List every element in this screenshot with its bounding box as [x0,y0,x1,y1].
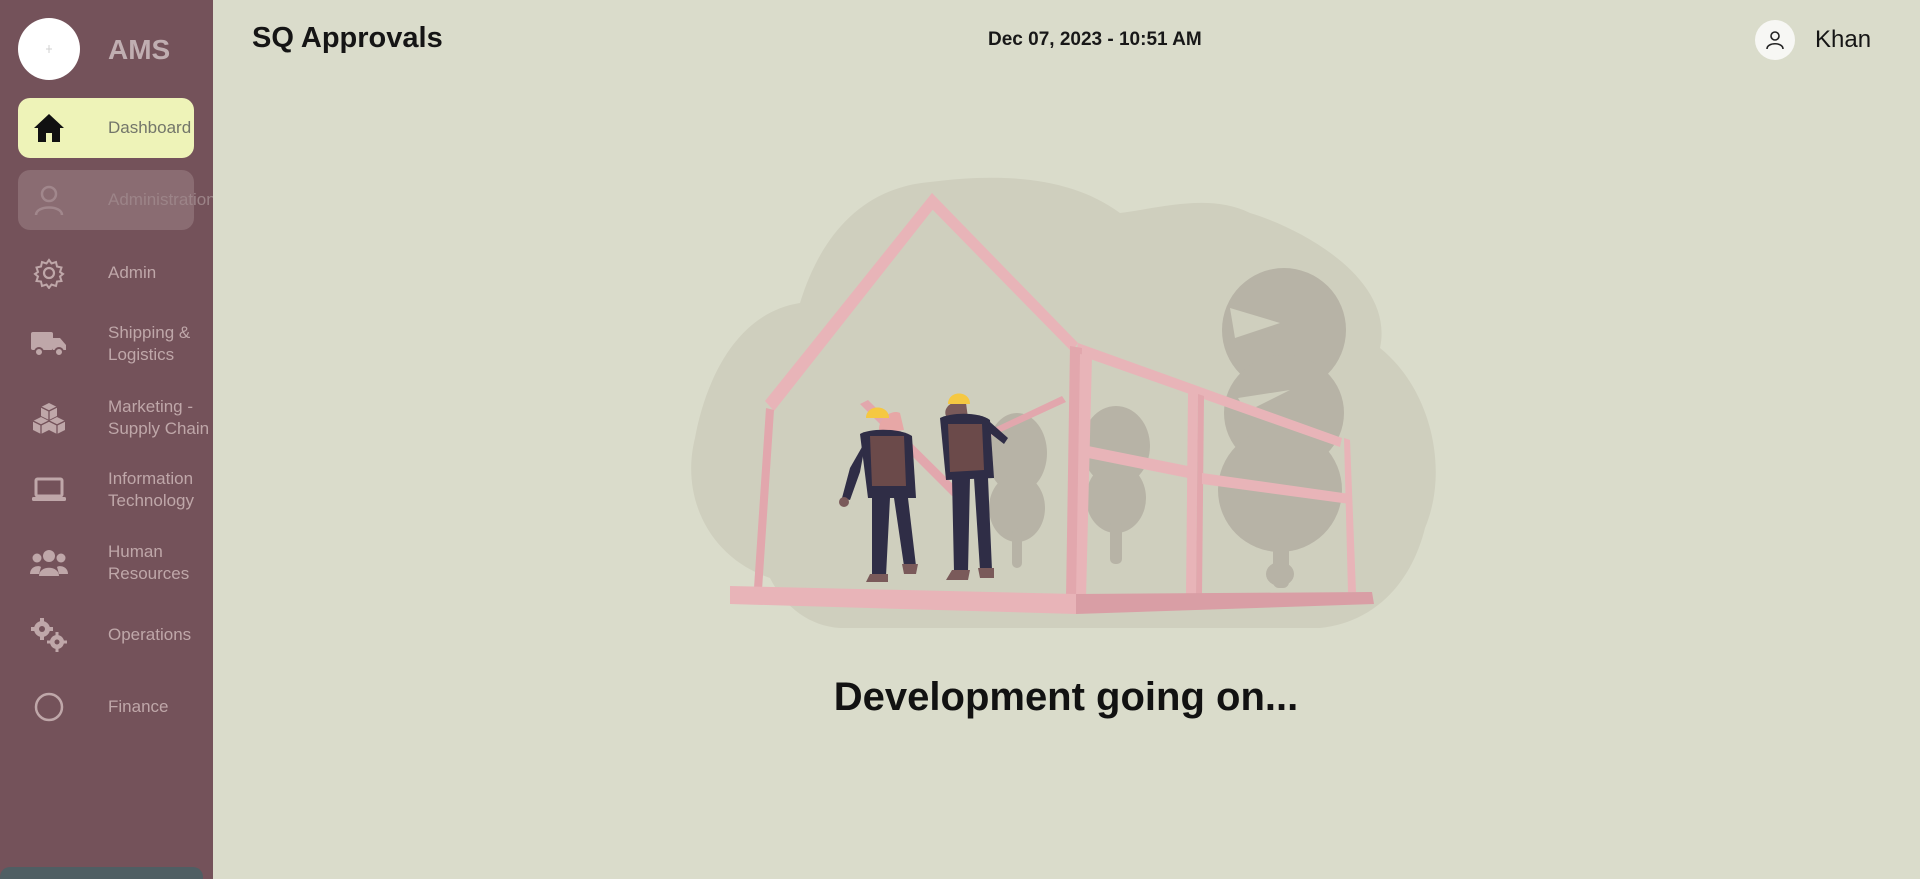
development-message: Development going on... [833,675,1299,719]
sidebar-item-label: Human Resources [108,542,190,583]
current-datetime: Dec 07, 2023 - 10:51 AM [988,29,1202,50]
user-avatar-icon[interactable] [1755,20,1795,60]
user-icon [30,181,68,219]
page-title: SQ Approvals [252,22,443,54]
sidebar-item-human-resources[interactable]: Human Resources [18,533,194,593]
truck-icon [30,325,68,363]
sidebar: AMS Dashboard Administration Admin Shipp… [0,0,213,879]
sidebar-item-information-technology[interactable]: Information Technology [18,460,194,520]
sidebar-item-label: Administration [108,190,213,209]
sidebar-item-shipping-logistics[interactable]: Shipping & Logistics [18,314,194,374]
sidebar-item-label: Marketing - Supply Chain [108,397,210,438]
sidebar-item-dashboard[interactable]: Dashboard [18,98,194,158]
sidebar-item-marketing-supply-chain[interactable]: Marketing - Supply Chain [18,388,209,448]
gears-icon [30,616,68,654]
sidebar-item-admin[interactable]: Admin [18,243,194,303]
sidebar-item-label: Dashboard [108,118,192,137]
logo-mark-icon [46,45,52,53]
sidebar-item-administration[interactable]: Administration [18,170,213,230]
gear-icon [30,254,68,292]
user-name[interactable]: Khan [1815,26,1871,54]
app-name: AMS [108,34,171,65]
brand: AMS [18,18,170,80]
sidebar-footer-panel [0,867,203,879]
user-menu[interactable]: Khan [1755,20,1871,60]
sidebar-item-label: Information Technology [108,469,195,510]
sidebar-item-label: Shipping & Logistics [108,323,191,364]
laptop-icon [30,471,68,509]
sidebar-item-label: Admin [108,263,157,282]
sidebar-item-label: Operations [108,625,192,644]
sidebar-item-operations[interactable]: Operations [18,605,194,665]
construction-illustration [691,177,1436,628]
app-logo[interactable] [18,18,80,80]
boxes-icon [30,399,68,437]
users-icon [30,544,68,582]
home-icon [30,109,68,147]
